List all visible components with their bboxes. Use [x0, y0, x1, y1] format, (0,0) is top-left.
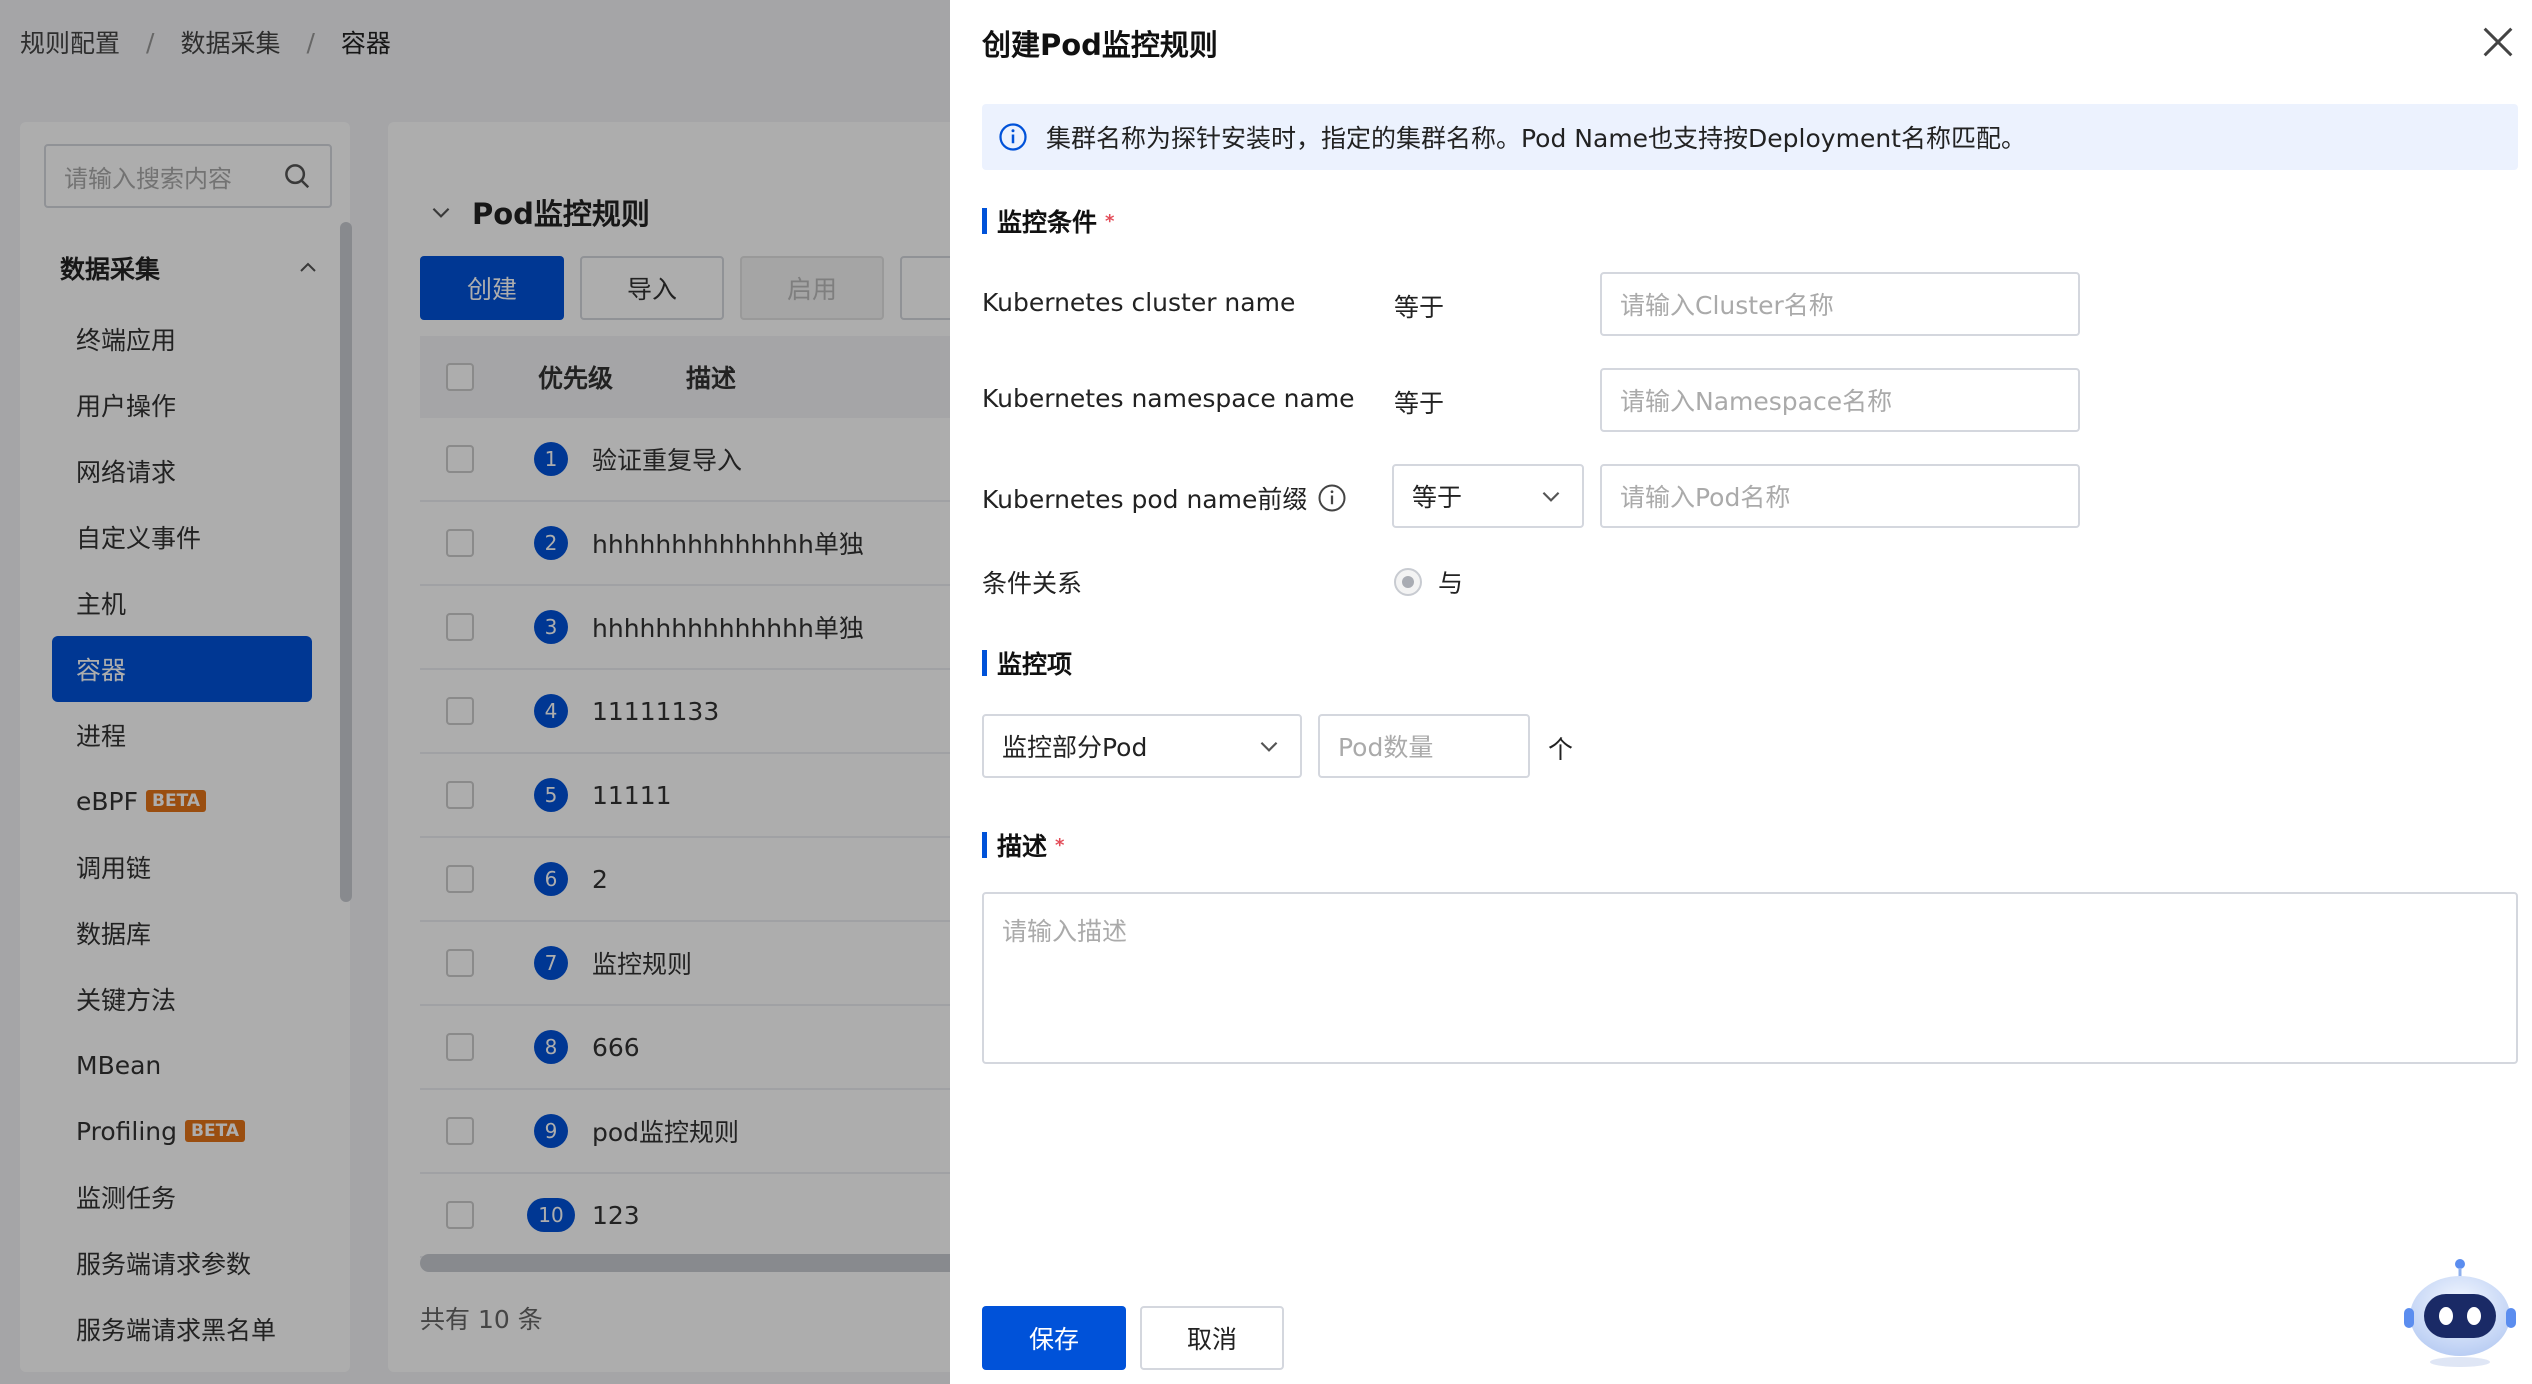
info-icon[interactable]: [1317, 483, 1347, 513]
cluster-name-placeholder: 请输入Cluster名称: [1620, 291, 1834, 320]
relation-label: 条件关系: [982, 569, 1083, 598]
pod-name-label: Kubernetes pod name前缀: [982, 480, 1347, 516]
cluster-name-label: Kubernetes cluster name: [982, 288, 1296, 317]
pod-name-label-text: Kubernetes pod name前缀: [982, 485, 1308, 514]
pod-operator-select[interactable]: 等于: [1392, 464, 1584, 528]
required-mark: *: [1055, 834, 1065, 856]
chevron-down-icon: [1260, 741, 1278, 752]
relation-and-radio[interactable]: 与: [1394, 564, 1463, 600]
cancel-button[interactable]: 取消: [1140, 1306, 1284, 1370]
pod-count-input[interactable]: Pod数量: [1318, 714, 1530, 778]
description-section-title: 描述 *: [982, 830, 1065, 861]
description-placeholder: 请输入描述: [1002, 917, 1128, 946]
cluster-name-input[interactable]: 请输入Cluster名称: [1600, 272, 2080, 336]
drawer-overlay-mask[interactable]: [0, 0, 950, 1384]
namespace-name-placeholder: 请输入Namespace名称: [1620, 387, 1893, 416]
section-accent-bar: [982, 208, 987, 234]
namespace-operator: 等于: [1394, 389, 1445, 418]
monitor-title-text: 监控项: [997, 650, 1073, 679]
required-mark: *: [1105, 210, 1115, 232]
close-icon[interactable]: [2478, 22, 2518, 62]
alert-text: 集群名称为探针安装时，指定的集群名称。Pod Name也支持按Deploymen…: [1046, 124, 2026, 153]
info-icon: [999, 123, 1027, 151]
pod-count-unit: 个: [1548, 735, 1574, 764]
conditions-title-text: 监控条件: [997, 208, 1098, 237]
save-button[interactable]: 保存: [982, 1306, 1126, 1370]
namespace-name-input[interactable]: 请输入Namespace名称: [1600, 368, 2080, 432]
pod-name-input[interactable]: 请输入Pod名称: [1600, 464, 2080, 528]
namespace-name-label: Kubernetes namespace name: [982, 384, 1355, 413]
pod-operator-value: 等于: [1412, 483, 1463, 512]
radio-button[interactable]: [1394, 568, 1422, 596]
section-accent-bar: [982, 650, 987, 676]
cluster-operator: 等于: [1394, 293, 1445, 322]
description-title-text: 描述: [997, 832, 1048, 861]
create-rule-drawer: 创建Pod监控规则 集群名称为探针安装时，指定的集群名称。Pod Name也支持…: [950, 0, 2532, 1384]
monitor-scope-value: 监控部分Pod: [1002, 733, 1148, 762]
section-accent-bar: [982, 832, 987, 858]
description-textarea[interactable]: 请输入描述: [982, 892, 2518, 1064]
pod-name-placeholder: 请输入Pod名称: [1620, 483, 1791, 512]
relation-option-label: 与: [1438, 569, 1464, 598]
pod-count-placeholder: Pod数量: [1338, 733, 1434, 762]
monitor-section-title: 监控项: [982, 648, 1073, 679]
chevron-down-icon: [1542, 491, 1560, 502]
conditions-section-title: 监控条件 *: [982, 206, 1115, 237]
assistant-robot-icon[interactable]: [2400, 1250, 2520, 1370]
info-alert: 集群名称为探针安装时，指定的集群名称。Pod Name也支持按Deploymen…: [982, 104, 2518, 170]
drawer-title: 创建Pod监控规则: [982, 28, 1218, 62]
monitor-scope-select[interactable]: 监控部分Pod: [982, 714, 1302, 778]
